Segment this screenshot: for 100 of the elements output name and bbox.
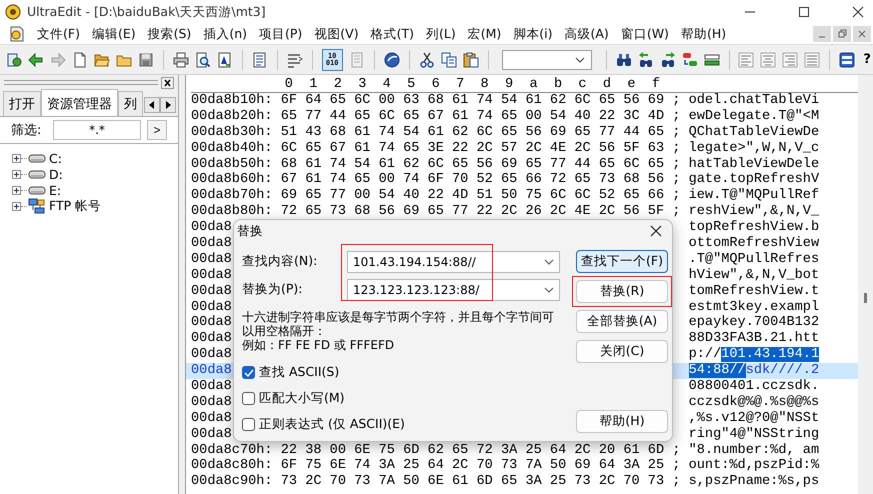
ascii-text: "8.number:%d, am [688,442,820,458]
justify-icon[interactable] [804,52,820,68]
dialog-button[interactable]: 全部替换(A) [576,310,668,333]
expand-icon[interactable] [12,186,21,194]
ascii-text: topRefreshView.b [688,220,820,236]
expand-icon[interactable] [12,170,21,178]
ascii-text: hatTableViewDele [688,156,820,172]
hex-offset: 00da8b40h: [191,140,273,156]
ascii-text: ewDelegate.T@"<M [688,108,820,124]
restore-icon[interactable] [833,26,851,42]
ascii-text: QChatTableViewDe [688,124,820,140]
menu-item[interactable]: 格式(T) [364,26,420,42]
hex-bytes: 68 61 74 54 61 62 6C 65 56 69 65 77 44 65 6C 65 [280,156,664,172]
menu-item[interactable]: 高级(A) [558,26,615,42]
folder-icon[interactable] [94,52,110,68]
dialog-title: 替换 [237,222,263,240]
page-icon[interactable] [216,52,233,68]
dialog-button[interactable]: 帮助(H) [576,410,668,433]
close-icon[interactable] [852,6,864,18]
tab[interactable]: 资源管理器 [41,89,118,116]
ascii-text: cczsdk@%@.%s@@%s [688,394,820,410]
checkbox[interactable] [242,392,255,405]
network-icon [28,198,46,214]
chevron-down-icon [544,286,554,292]
ascii-text: sdk////.2 [746,363,820,378]
column-label: d [602,78,612,92]
globe-icon[interactable] [384,52,400,68]
menu-item[interactable]: 插入(n) [197,26,253,42]
dialog-button[interactable]: 关闭(C) [576,340,668,363]
menu-item[interactable]: 窗口(W) [614,26,675,42]
binoculars-arrow-icon[interactable] [638,52,654,68]
tree-item[interactable]: C: [49,150,62,166]
window-icon[interactable] [839,52,856,68]
go-button[interactable]: > [147,120,167,140]
copy-icon[interactable] [440,52,456,68]
menu-item[interactable]: 编辑(E) [86,26,142,42]
scrollbar-thumb[interactable] [864,293,867,303]
scrollbar[interactable] [858,75,873,494]
menu-item[interactable]: 视图(V) [308,26,365,42]
page-icon[interactable] [72,52,88,68]
chevron-down-icon [544,258,554,264]
replace-icon[interactable] [682,52,698,68]
expand-icon[interactable] [12,154,21,162]
panel-icon[interactable] [704,52,720,68]
scissors-icon[interactable] [418,52,434,68]
menu-item[interactable]: 搜索(S) [142,26,198,42]
menu-item[interactable]: 脚本(i) [507,26,558,42]
separator: ; [672,172,680,188]
page-magnifier-icon[interactable] [194,52,211,68]
ascii-text: 08800401.cczsdk. [688,379,820,394]
menu-item[interactable]: 宏(M) [462,26,508,42]
filter-field[interactable]: *.* [53,120,141,140]
clipboard-icon[interactable] [462,52,478,68]
hex-offset: 00da8b10h: [191,93,273,108]
binoculars-arrow-icon[interactable] [660,52,676,68]
tree-item[interactable]: E: [49,182,62,198]
separator: ; [672,93,680,108]
align-right-icon[interactable] [782,52,798,68]
printer-icon[interactable] [172,52,189,68]
document-icon[interactable] [9,26,25,42]
binoculars-icon[interactable] [616,52,632,68]
menu-item[interactable]: 列(L) [420,26,462,42]
hex-bytes: 69 65 77 00 54 40 22 4D 51 50 75 6C 6C 52 65 66 [280,188,664,204]
close-icon[interactable] [650,225,662,237]
hex-offset: 00da8c70h: [191,442,273,458]
hex-offset: 00da8b50h: [191,156,273,172]
column-label: 4 [382,78,392,92]
hex-offset: 00da8 [191,220,232,236]
hex-offset: 00da8 [191,347,232,362]
tree-item[interactable]: D: [49,166,63,182]
tab[interactable]: 列 [118,91,143,116]
expand-icon[interactable] [12,202,21,210]
ascii-text: .T@"MQPullRefres [688,252,820,267]
combo-field[interactable]: 123.123.123.123:88/ [347,278,560,300]
page-lines-icon[interactable] [252,52,268,68]
app-icon [5,4,21,20]
checkbox-label: 正则表达式 (仅 ASCII)(E) [259,416,405,433]
close-icon[interactable] [161,76,174,88]
dialog-button[interactable]: 替换(R) [576,280,668,303]
hex-offset: 00da8 [191,284,232,299]
page-icon[interactable] [6,52,22,68]
maximize-icon[interactable] [798,6,810,18]
menu-item[interactable]: 项目(P) [253,26,308,42]
menu-item[interactable]: 帮助(H) [674,26,732,42]
example-text: 例如：FF FE FD 或 FFFEFD [242,338,396,352]
tree-item[interactable]: FTP 帐号 [49,198,102,214]
combo-field[interactable]: 101.43.194.154:88// [347,250,560,272]
dialog-button[interactable]: 查找下一个(F) [576,250,668,273]
align-left-icon[interactable] [738,52,754,68]
hex-offset: 00da8b70h: [191,188,273,204]
hex-bytes: 6C 65 67 61 74 65 3E 22 2C 57 2C 4E 2C 56 5F 63 [280,140,664,156]
checkbox[interactable] [242,418,255,431]
checkbox[interactable] [242,366,255,379]
combo-box[interactable] [502,50,592,70]
lines-icon[interactable] [286,52,303,68]
tab[interactable]: 打开 [3,91,41,116]
help-button[interactable]: ? [861,52,873,67]
separator: ; [672,474,680,490]
align-center-icon[interactable] [760,52,776,68]
menu-item[interactable]: 文件(F) [31,26,86,42]
